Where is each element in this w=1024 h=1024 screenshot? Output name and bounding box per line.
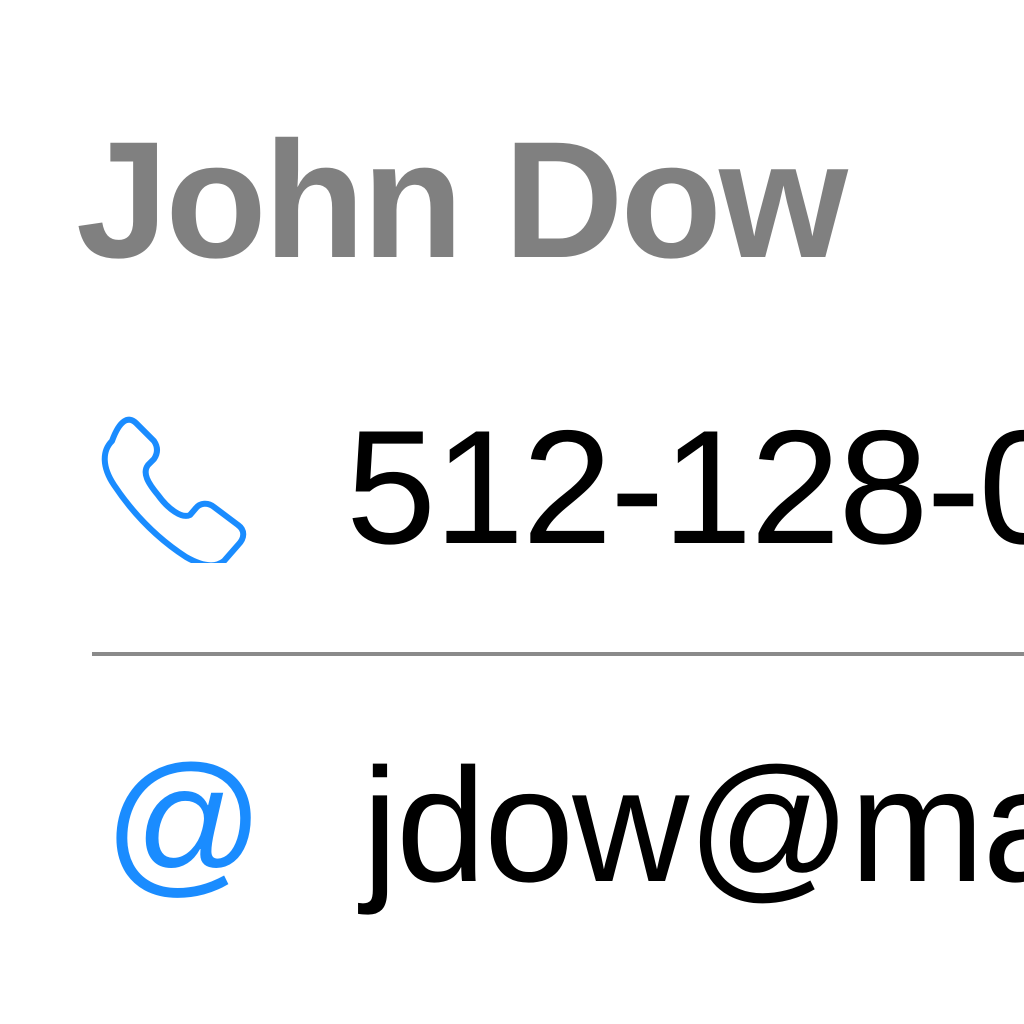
phone-icon[interactable] (96, 411, 248, 569)
phone-number[interactable]: 512-128-0 (346, 407, 1024, 569)
divider (92, 652, 1024, 656)
at-sign-icon[interactable]: @ (104, 743, 264, 901)
email-row[interactable]: @ jdow@ma (0, 725, 1024, 915)
phone-row[interactable]: 512-128-0 (0, 395, 1024, 575)
contact-name: John Dow (76, 108, 848, 293)
email-address[interactable]: jdow@ma (362, 745, 1024, 907)
contact-card: John Dow 512-128-0 @ jdow@ma (0, 0, 1024, 1024)
